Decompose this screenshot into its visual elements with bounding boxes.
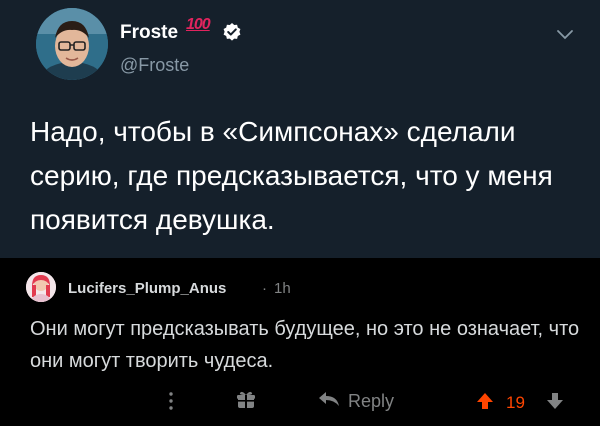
tweet-card: Froste 100 @Froste Надо, чтобы в «Симпсо… bbox=[0, 0, 600, 258]
gift-icon[interactable] bbox=[236, 390, 256, 410]
commenter-avatar[interactable] bbox=[26, 272, 56, 302]
comment-timestamp: 1h bbox=[274, 280, 291, 297]
upvote-icon[interactable] bbox=[476, 392, 494, 410]
tweet-text: Надо, чтобы в «Симпсонах» сделали серию,… bbox=[30, 116, 553, 235]
author-avatar[interactable] bbox=[36, 8, 108, 80]
reply-arrow-icon bbox=[318, 391, 340, 412]
reply-label: Reply bbox=[348, 390, 395, 411]
downvote-icon[interactable] bbox=[546, 392, 564, 410]
author-name[interactable]: Froste bbox=[120, 22, 178, 44]
more-options-icon[interactable] bbox=[168, 390, 174, 412]
chevron-down-icon[interactable] bbox=[556, 28, 574, 40]
comment-text: Они могут предсказывать будущее, но это … bbox=[30, 318, 580, 372]
commenter-username[interactable]: Lucifers_Plump_Anus bbox=[68, 280, 226, 297]
vote-score: 19 bbox=[506, 393, 525, 412]
comment-action-bar: Reply 19 bbox=[0, 386, 600, 418]
reply-button[interactable]: Reply bbox=[318, 386, 394, 416]
verified-icon bbox=[222, 22, 242, 42]
author-handle[interactable]: @Froste bbox=[120, 55, 189, 76]
reddit-comment: Lucifers_Plump_Anus · 1h Они могут предс… bbox=[0, 258, 600, 426]
hundred-points-emoji: 100 bbox=[186, 16, 211, 33]
meta-separator: · bbox=[262, 280, 267, 297]
